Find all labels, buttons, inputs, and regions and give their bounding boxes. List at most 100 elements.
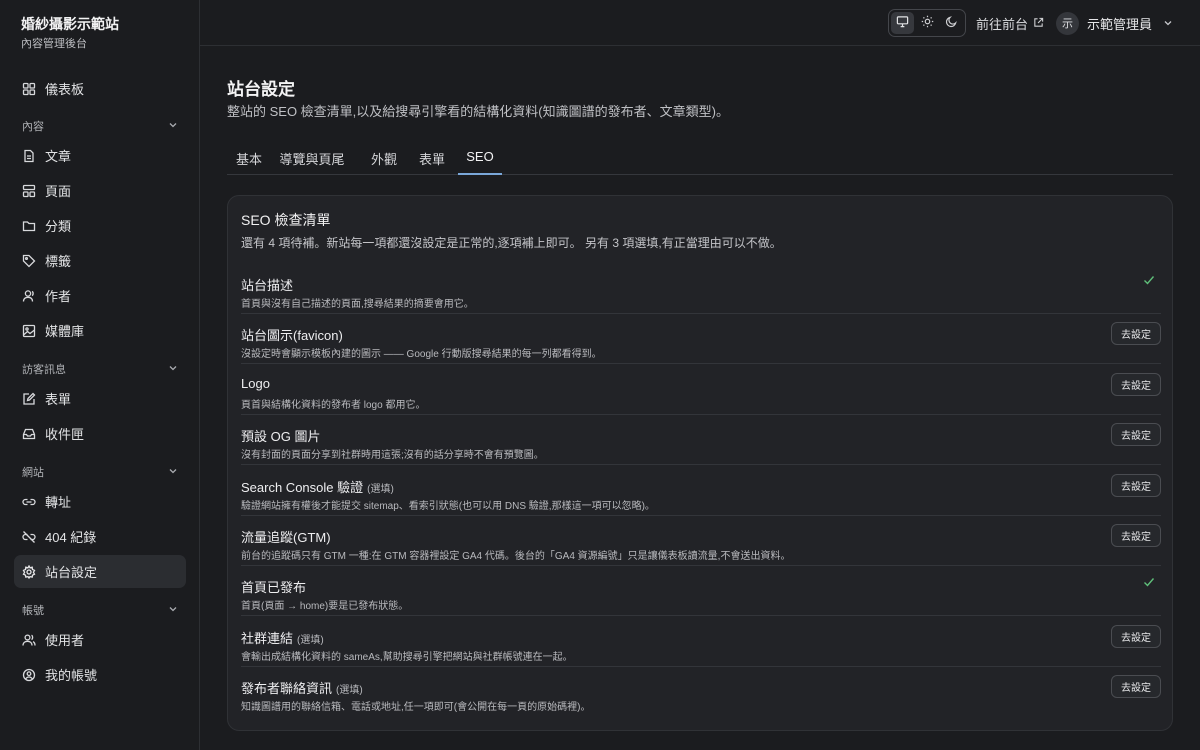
sidebar-item-label: 分類 [45,219,72,234]
external-link-icon [1033,16,1044,31]
sidebar-item-dashboard[interactable]: 儀表板 [14,72,186,105]
sidebar-item-categories[interactable]: 分類 [14,209,186,242]
go-setting-button[interactable]: 去設定 [1111,524,1161,547]
checklist-title: SEO 檢查清單 [241,212,331,228]
page-title: 站台設定 [227,80,295,99]
checklist-item-description: 會輸出成結構化資料的 sameAs,幫助搜尋引擎把網站與社群帳號連在一起。 [241,651,573,663]
checklist-item-title: 站台描述 [241,275,293,294]
go-setting-button[interactable]: 去設定 [1111,372,1161,396]
chevron-down-icon [168,466,178,479]
front-site-link[interactable]: 前往前台 [976,14,1044,32]
sidebar-item-redirects[interactable]: 轉址 [14,485,186,518]
sidebar-group-content[interactable]: 內容 [22,116,178,136]
grid-icon [22,82,36,96]
checklist-item-title: Search Console 驗證 (選填) [241,477,394,496]
sidebar-item-label: 站台設定 [45,565,98,580]
go-setting-button[interactable]: 去設定 [1111,624,1161,648]
sidebar-item-tags[interactable]: 標籤 [14,244,186,277]
checklist-item-title: Logo [241,376,270,391]
checklist-item-description: 頁首與結構化資料的發布者 logo 都用它。 [241,399,426,411]
sidebar-group-label: 網站 [22,467,44,479]
sidebar-item-404-log[interactable]: 404 紀錄 [14,520,186,553]
avatar: 示 [1056,11,1079,35]
sidebar-item-users[interactable]: 使用者 [14,623,186,656]
sidebar-item-pages[interactable]: 頁面 [14,174,186,207]
tag-icon [22,254,36,268]
optional-badge: (選填) [297,634,324,646]
checklist-item-title: 社群連結 (選填) [241,628,324,647]
sidebar-item-label: 儀表板 [45,82,85,97]
monitor-icon [896,15,909,31]
edit-icon [22,392,36,406]
checklist-item-title-text: 流量追蹤(GTM) [241,530,331,545]
broken-link-icon [22,530,36,544]
checklist-item-description: 首頁(頁面 → home)要是已發布狀態。 [241,601,409,613]
checklist-item-title: 站台圖示(favicon) [241,325,343,344]
checklist-item-title-text: 站台圖示(favicon) [241,328,343,344]
user-menu[interactable]: 示 示範管理員 [1056,11,1173,35]
sidebar-item-label: 文章 [45,149,72,164]
brand: 婚紗攝影示範站 內容管理後台 [21,14,119,52]
sidebar-item-media[interactable]: 媒體庫 [14,314,186,347]
tab-appearance[interactable]: 外觀 [359,142,409,175]
folder-icon [22,219,36,233]
sidebar-group-site[interactable]: 網站 [22,462,178,482]
checklist-item-description: 知識圖譜用的聯絡信箱、電話或地址,任一項即可(會公開在每一頁的原始碼裡)。 [241,702,591,714]
theme-system-button[interactable] [891,12,914,34]
sidebar-group-messages[interactable]: 訪客訊息 [22,359,178,379]
brand-subtitle: 內容管理後台 [21,38,87,50]
checklist-item: 預設 OG 圖片沒有封面的頁面分享到社群時用這張;沒有的話分享時不會有預覽圖。 去… [241,415,1161,466]
user-icon [22,289,36,303]
checklist-item-title-text: 社群連結 [241,630,294,646]
document-icon [22,149,36,163]
tab-seo[interactable]: SEO [458,142,502,175]
users-icon [22,633,36,647]
theme-switch [888,9,966,37]
image-icon [22,324,36,338]
sidebar-item-label: 使用者 [45,633,85,648]
sidebar-item-posts[interactable]: 文章 [14,139,186,172]
sidebar: 婚紗攝影示範站 內容管理後台 儀表板 內容 文章 頁面 分類 標籤 作者 媒體庫… [0,0,200,750]
sidebar-item-forms[interactable]: 表單 [14,382,186,415]
checklist-item: 首頁已發布首頁(頁面 → home)要是已發布狀態。 [241,566,1161,617]
sidebar-item-label: 頁面 [45,184,72,199]
go-setting-button[interactable]: 去設定 [1111,675,1161,699]
theme-dark-button[interactable] [940,12,963,34]
go-setting-button[interactable]: 去設定 [1111,423,1161,447]
sidebar-item-authors[interactable]: 作者 [14,279,186,312]
sidebar-item-my-account[interactable]: 我的帳號 [14,658,186,691]
checklist-item-description: 沒有封面的頁面分享到社群時用這張;沒有的話分享時不會有預覽圖。 [241,450,544,462]
checklist-item: 發布者聯絡資訊 (選填) 知識圖譜用的聯絡信箱、電話或地址,任一項即可(會公開在每一… [241,667,1161,717]
checklist-item-title-text: 發布者聯絡資訊 [241,681,333,697]
user-circle-icon [22,668,36,682]
tab-navigation-footer[interactable]: 導覽與頁尾 [275,142,349,175]
checklist-item: Search Console 驗證 (選填) 驗證網站擁有權後才能提交 sitema… [241,466,1161,516]
go-setting-button[interactable]: 去設定 [1111,473,1161,497]
sidebar-item-label: 404 紀錄 [45,530,97,545]
checklist-item-description: 沒設定時會顯示模板內建的圖示 —— Google 行動版搜尋結果的每一列都看得到… [241,349,602,361]
sidebar-group-account[interactable]: 帳號 [22,600,178,620]
sidebar-group-label: 訪客訊息 [22,364,66,376]
checklist-item-title-text: 站台描述 [241,278,294,293]
sidebar-item-site-settings[interactable]: 站台設定 [14,555,186,588]
sidebar-item-label: 作者 [45,289,72,304]
tab-forms[interactable]: 表單 [407,142,457,175]
sidebar-item-inbox[interactable]: 收件匣 [14,417,186,450]
user-name: 示範管理員 [1087,16,1153,32]
checklist-item-description: 首頁與沒有自己描述的頁面,搜尋結果的摘要會用它。 [241,299,474,310]
checklist-item: 流量追蹤(GTM) 前台的追蹤碼只有 GTM 一種:在 GTM 容器裡設定 GA4… [241,516,1161,566]
checklist-item-title-text: 首頁已發布 [241,580,307,596]
sidebar-item-label: 轉址 [45,495,72,510]
checklist-item-title: 預設 OG 圖片 [241,426,320,445]
inbox-icon [22,427,36,441]
theme-light-button[interactable] [916,12,939,34]
link-icon [22,495,36,509]
checklist-item-description: 前台的追蹤碼只有 GTM 一種:在 GTM 容器裡設定 GA4 代碼。後台的「G… [241,551,791,562]
checklist-item: 站台圖示(favicon) 沒設定時會顯示模板內建的圖示 —— Google 行動… [241,314,1161,365]
chevron-down-icon [168,120,178,133]
go-setting-button[interactable]: 去設定 [1111,322,1161,346]
sidebar-item-label: 標籤 [45,254,72,269]
checklist-item-description: 驗證網站擁有權後才能提交 sitemap、看索引狀態(也可以用 DNS 驗證,那… [241,500,655,512]
sidebar-item-label: 表單 [45,392,72,407]
tab-basic[interactable]: 基本 [227,142,271,175]
